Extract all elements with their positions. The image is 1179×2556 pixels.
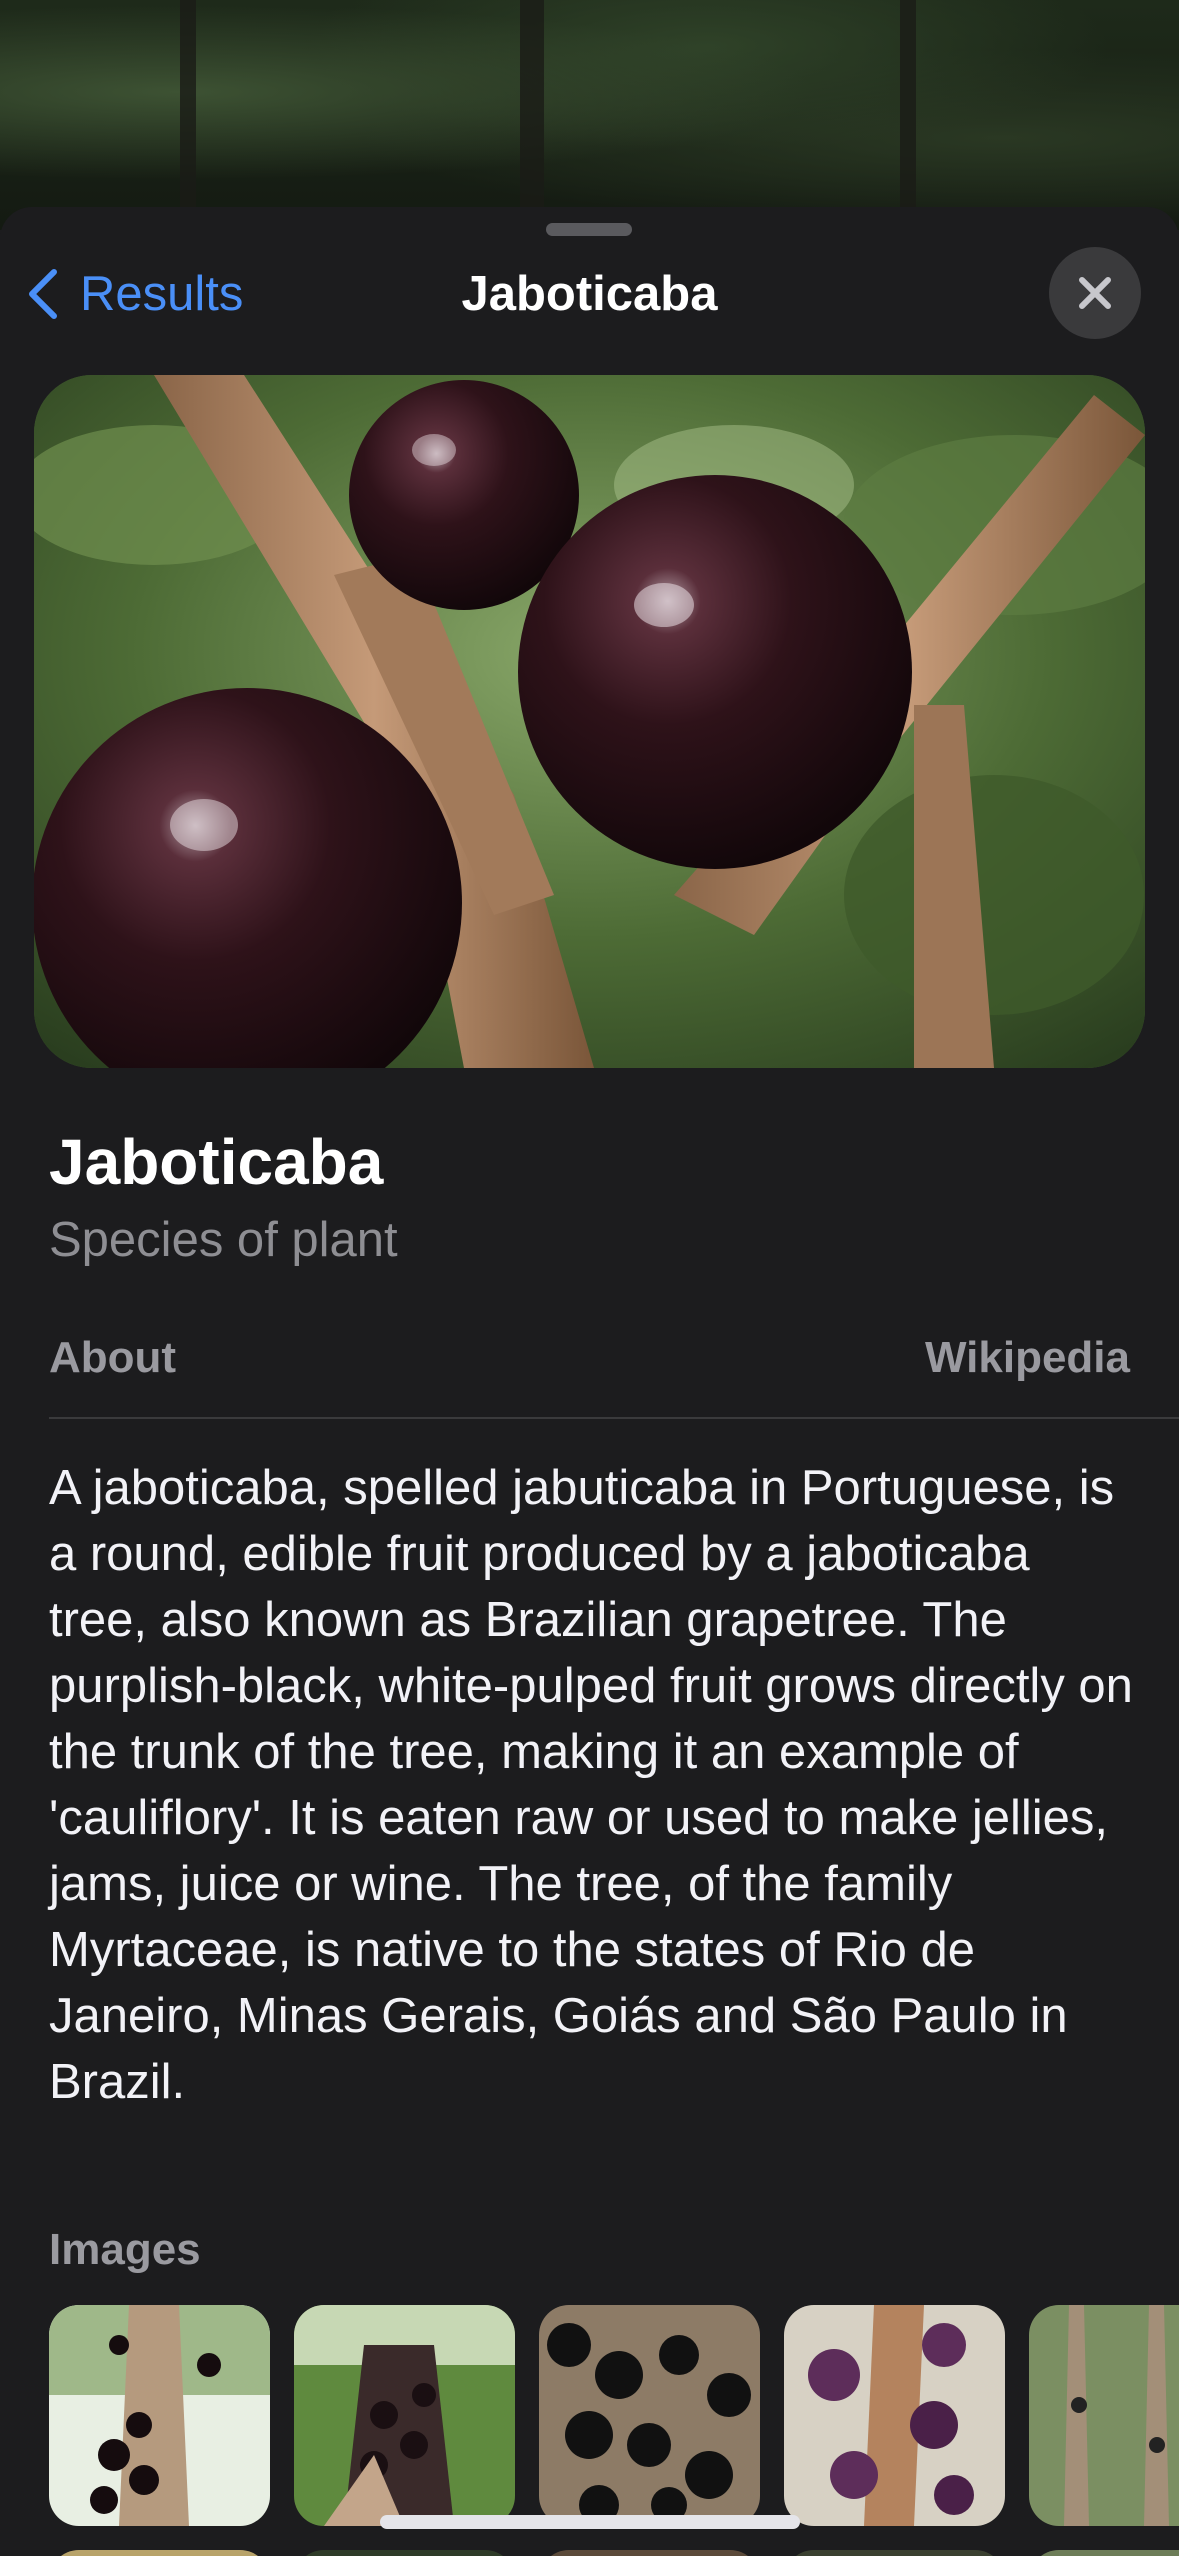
about-text: A jaboticaba, spelled jabuticaba in Port… xyxy=(49,1461,1133,2109)
close-button[interactable] xyxy=(1049,247,1141,339)
wikipedia-link[interactable]: Wikipedia xyxy=(925,1333,1130,1383)
back-button[interactable]: Results xyxy=(24,259,243,329)
info-sheet: Jaboticaba Results Jaboticaba Species of… xyxy=(0,207,1179,2556)
about-header: About Wikipedia xyxy=(49,1333,1130,1383)
image-thumbnail[interactable] xyxy=(294,2550,515,2556)
hero-image[interactable] xyxy=(34,375,1145,1068)
divider xyxy=(49,1417,1179,1419)
image-gallery-row-2 xyxy=(49,2550,1179,2556)
images-heading: Images xyxy=(49,2225,201,2274)
background-photo xyxy=(0,0,1179,230)
image-thumbnail[interactable] xyxy=(784,2550,1005,2556)
image-thumbnail[interactable] xyxy=(49,2550,270,2556)
image-thumbnail[interactable] xyxy=(49,2305,270,2526)
chevron-left-icon xyxy=(29,269,57,319)
image-thumbnail[interactable] xyxy=(539,2550,760,2556)
image-thumbnail[interactable] xyxy=(294,2305,515,2526)
background-trunk xyxy=(180,0,196,230)
page-title: Jaboticaba xyxy=(49,1126,384,1198)
image-thumbnail[interactable] xyxy=(539,2305,760,2526)
home-indicator[interactable] xyxy=(380,2515,800,2529)
image-thumbnail[interactable] xyxy=(784,2305,1005,2526)
background-trunk xyxy=(520,0,544,230)
back-button-label: Results xyxy=(80,267,244,321)
page-subtitle: Species of plant xyxy=(49,1213,398,1267)
image-thumbnail[interactable] xyxy=(1029,2305,1179,2526)
sheet-grabber[interactable] xyxy=(546,223,632,236)
background-trunk xyxy=(900,0,916,230)
image-thumbnail[interactable] xyxy=(1029,2550,1179,2556)
close-icon xyxy=(1079,277,1111,309)
image-gallery xyxy=(49,2305,1179,2526)
jaboticaba-photo xyxy=(34,375,1145,1068)
about-heading: About xyxy=(49,1333,177,1382)
